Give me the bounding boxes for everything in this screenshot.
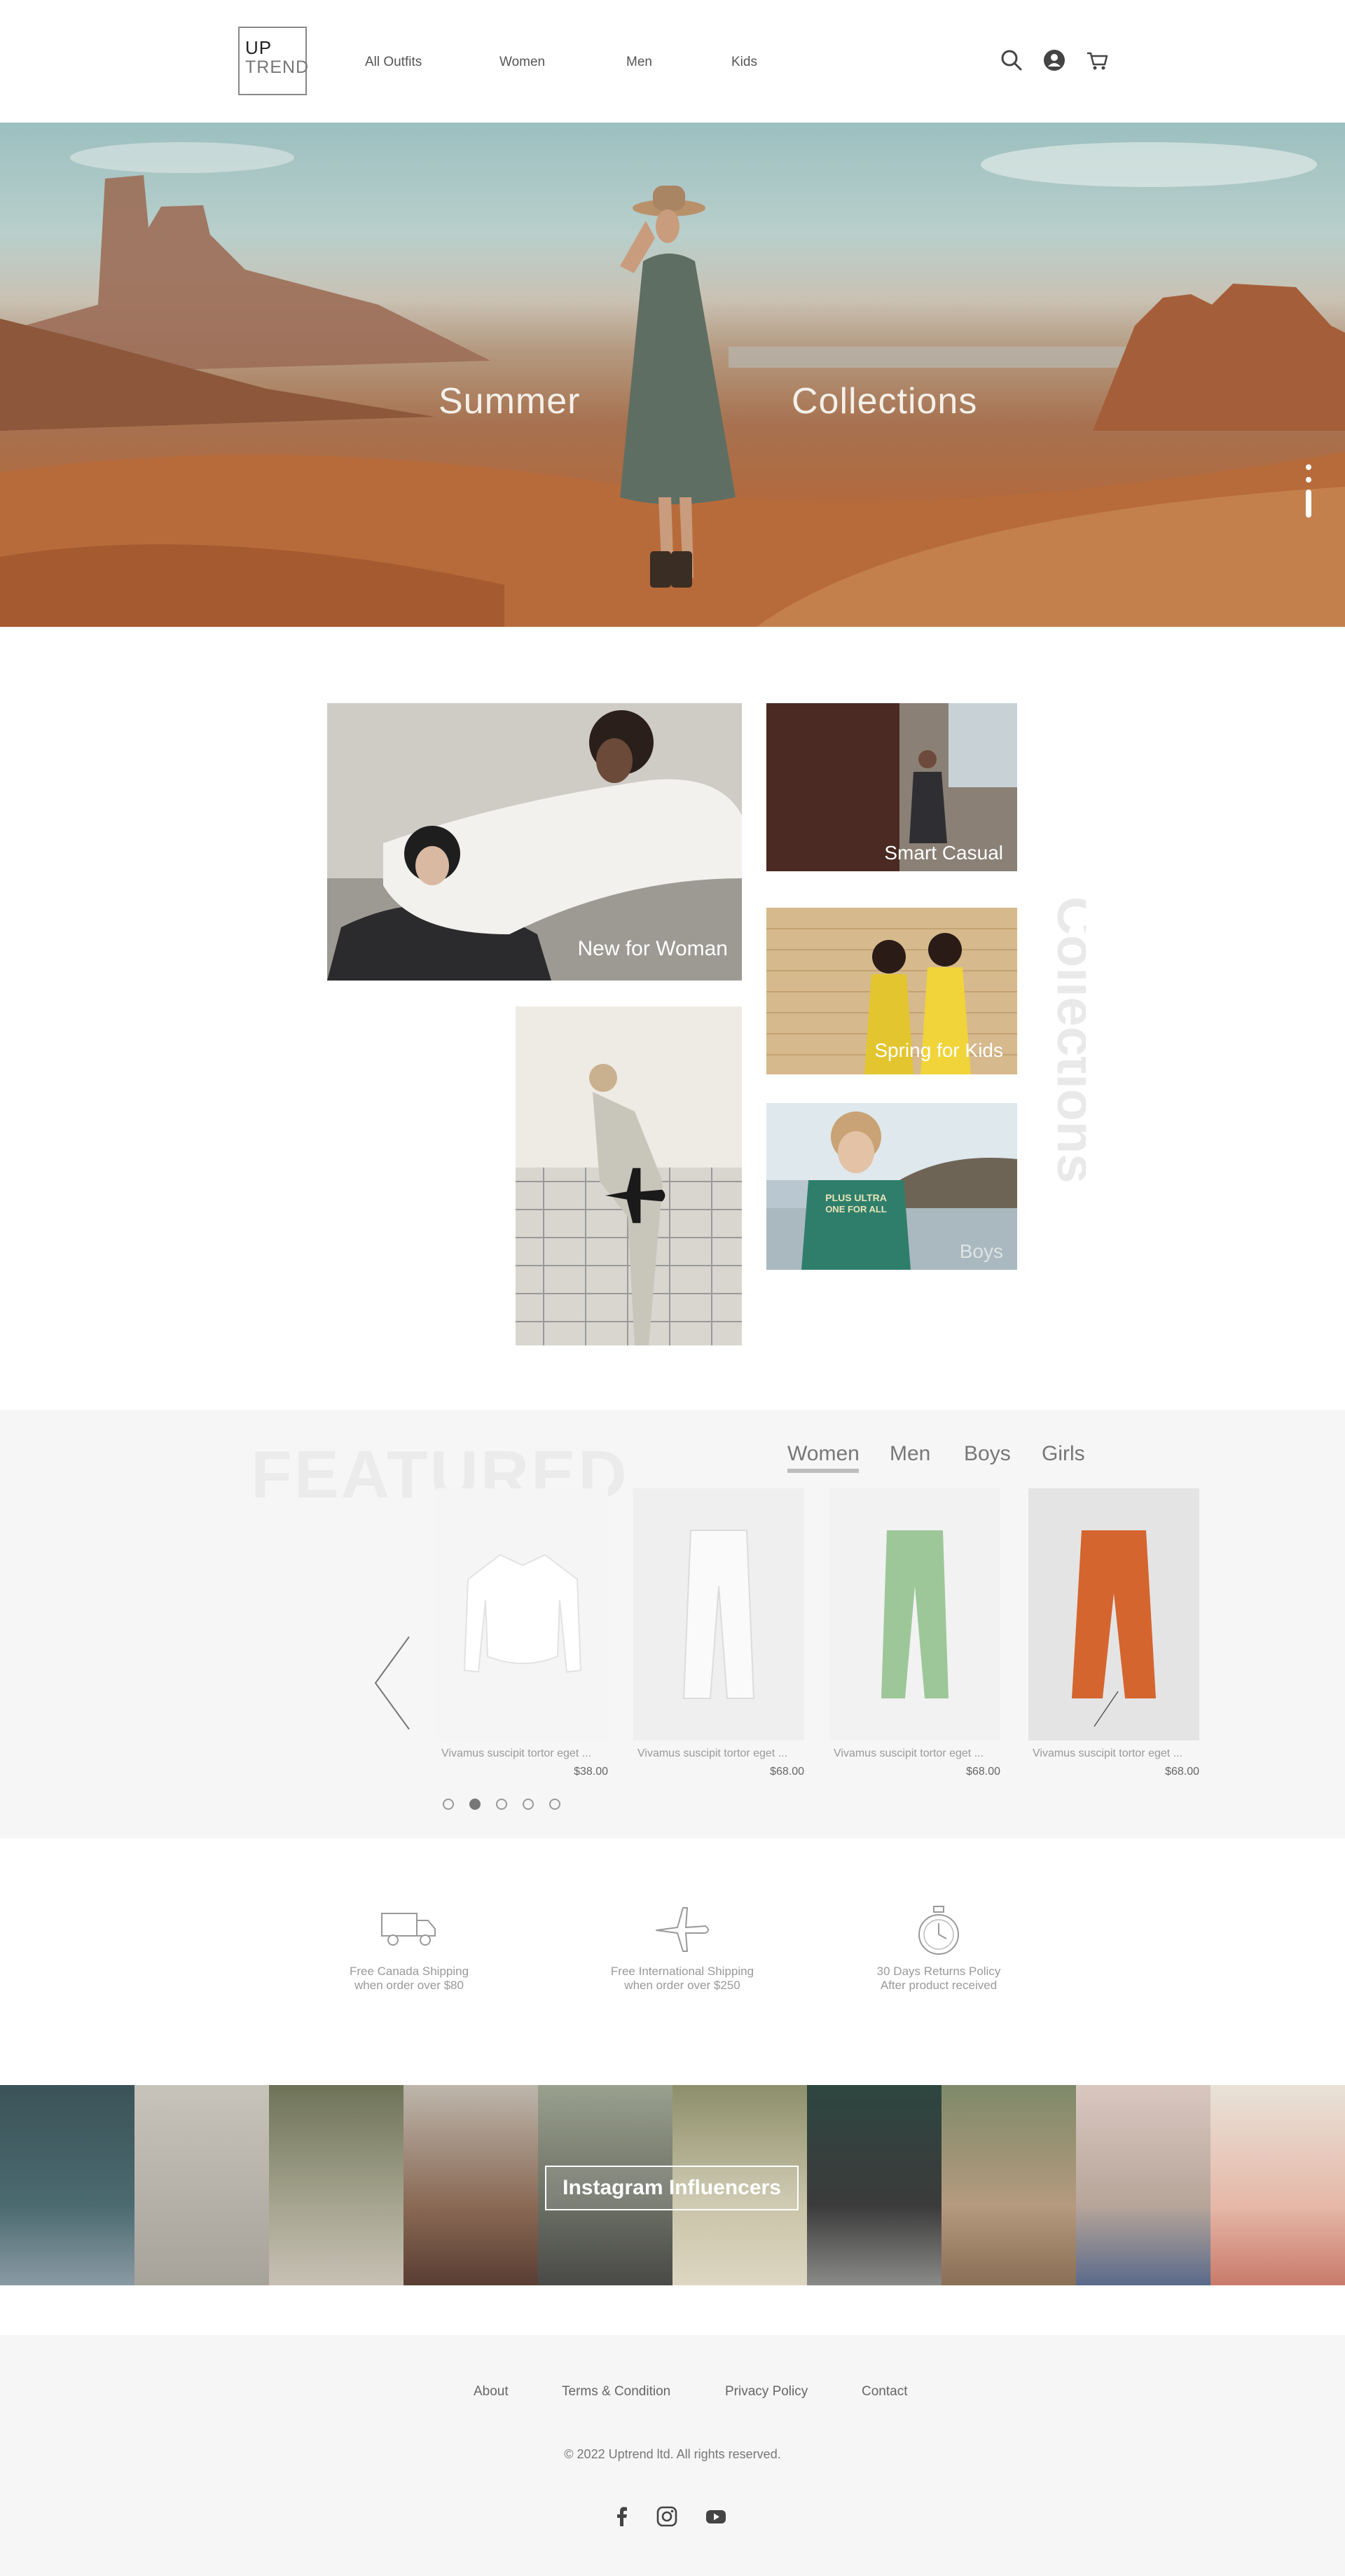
carousel-dot-3[interactable] <box>496 1799 507 1810</box>
airplane-icon <box>656 1907 709 1952</box>
search-icon[interactable] <box>999 48 1024 73</box>
footer-link-terms[interactable]: Terms & Condition <box>562 2384 670 2400</box>
stopwatch-icon <box>918 1906 959 1955</box>
benefit-international-shipping: Free International Shipping when order o… <box>577 1905 787 1993</box>
product-image[interactable] <box>437 1488 608 1740</box>
benefit-title: Free Canada Shipping <box>349 1965 469 1978</box>
instagram-photo[interactable] <box>0 2085 134 2285</box>
instagram-photo[interactable] <box>1076 2085 1210 2285</box>
footer-copyright: © 2022 Uptrend ltd. All rights reserved. <box>564 2447 781 2461</box>
product-name: Vivamus suscipit tortor eget ... <box>441 1747 592 1759</box>
carousel-prev-arrow-icon[interactable] <box>371 1634 413 1732</box>
truck-icon <box>381 1913 436 1946</box>
instagram-photo[interactable] <box>404 2085 538 2285</box>
brand-line2: TREND <box>245 57 310 77</box>
carousel-dot-5[interactable] <box>549 1799 560 1810</box>
tile-label-new-for-woman: New for Woman <box>577 937 728 960</box>
brand-logo[interactable]: UP TREND <box>238 27 310 95</box>
tile-smart-casual[interactable]: Smart Casual <box>766 703 1017 871</box>
benefit-subtitle: when order over $250 <box>624 1979 740 1992</box>
tile-label-boys: Boys <box>959 1240 1003 1262</box>
instagram-icon[interactable] <box>656 2505 678 2528</box>
carousel-dot-4[interactable] <box>523 1799 534 1810</box>
hero-background <box>0 142 1345 627</box>
product-card[interactable]: Vivamus suscipit tortor eget ... $68.00 <box>829 1488 1000 1778</box>
carousel-dot-2[interactable] <box>469 1799 481 1810</box>
product-card[interactable]: Vivamus suscipit tortor eget ... $68.00 <box>1028 1488 1199 1778</box>
footer-link-contact[interactable]: Contact <box>862 2384 907 2400</box>
benefit-returns-policy: 30 Days Returns Policy After product rec… <box>834 1905 1044 1993</box>
tile-urban-collection[interactable] <box>516 1006 742 1345</box>
instagram-photo[interactable] <box>134 2085 269 2285</box>
instagram-influencers-button[interactable]: Instagram Influencers <box>545 2166 799 2210</box>
instagram-photo[interactable] <box>807 2085 942 2285</box>
benefit-subtitle: when order over $80 <box>354 1979 464 1992</box>
product-image[interactable] <box>633 1488 804 1740</box>
svg-text:ONE FOR ALL: ONE FOR ALL <box>825 1204 887 1214</box>
hero-word-summer: Summer <box>439 381 581 422</box>
cart-icon[interactable] <box>1085 48 1110 73</box>
product-card[interactable]: Vivamus suscipit tortor eget ... $68.00 <box>633 1488 804 1778</box>
instagram-photo[interactable] <box>942 2085 1076 2285</box>
hero-slide-indicator[interactable] <box>1306 464 1311 518</box>
product-price: $68.00 <box>966 1766 1000 1778</box>
youtube-icon[interactable] <box>705 2505 727 2528</box>
product-image[interactable] <box>829 1488 1000 1740</box>
hero-word-collections: Collections <box>792 381 978 422</box>
product-name: Vivamus suscipit tortor eget ... <box>637 1747 788 1759</box>
product-photo-green-trousers <box>829 1488 1000 1740</box>
tile-new-for-woman[interactable]: New for Woman <box>327 703 742 981</box>
benefit-canada-shipping: Free Canada Shipping when order over $80 <box>304 1905 514 1993</box>
product-photo-white-shirt <box>437 1488 608 1740</box>
collections-side-heading-text: Collections <box>1046 896 1086 1184</box>
footer-link-about[interactable]: About <box>474 2384 509 2400</box>
nav-kids[interactable]: Kids <box>731 55 757 70</box>
nav-all-outfits[interactable]: All Outfits <box>365 55 422 70</box>
product-photo-orange-trousers <box>1028 1488 1199 1740</box>
featured-section: FEATURED Women Men Boys Girls Vivamus su… <box>0 1410 1345 1838</box>
product-name: Vivamus suscipit tortor eget ... <box>834 1747 984 1759</box>
instagram-photo[interactable] <box>269 2085 404 2285</box>
hero-banner: Summer Collections <box>0 123 1345 627</box>
tile-label-smart-casual: Smart Casual <box>884 842 1003 864</box>
footer-link-privacy[interactable]: Privacy Policy <box>725 2384 808 2400</box>
benefit-subtitle: After product received <box>880 1979 998 1992</box>
tab-active-underline <box>787 1469 859 1473</box>
product-card[interactable]: Vivamus suscipit tortor eget ... $38.00 <box>437 1488 608 1778</box>
tab-men[interactable]: Men <box>890 1442 930 1466</box>
tab-girls[interactable]: Girls <box>1042 1442 1085 1466</box>
product-price: $68.00 <box>770 1766 804 1778</box>
instagram-photo[interactable] <box>1210 2085 1345 2285</box>
svg-text:PLUS ULTRA: PLUS ULTRA <box>825 1192 887 1203</box>
collections-side-heading: Collections <box>1046 896 1086 1184</box>
product-photo-white-trousers <box>633 1488 804 1740</box>
nav-men[interactable]: Men <box>626 55 652 70</box>
site-header: UP TREND All Outfits Women Men Kids <box>0 0 1345 123</box>
product-price: $68.00 <box>1165 1766 1199 1778</box>
tile-photo-urban <box>516 1006 742 1345</box>
tile-label-spring-for-kids: Spring for Kids <box>874 1039 1003 1061</box>
product-image[interactable] <box>1028 1488 1199 1740</box>
tab-boys[interactable]: Boys <box>964 1442 1011 1466</box>
tab-women[interactable]: Women <box>787 1442 860 1466</box>
nav-women[interactable]: Women <box>499 55 545 70</box>
tile-spring-for-kids[interactable]: Spring for Kids <box>766 908 1017 1074</box>
benefit-title: 30 Days Returns Policy <box>876 1965 1001 1978</box>
brand-line1: UP <box>245 37 273 58</box>
product-price: $38.00 <box>574 1766 608 1778</box>
carousel-dot-1[interactable] <box>443 1799 454 1810</box>
benefit-title: Free International Shipping <box>610 1965 754 1978</box>
facebook-icon[interactable] <box>611 2505 633 2528</box>
product-name: Vivamus suscipit tortor eget ... <box>1033 1747 1183 1759</box>
account-icon[interactable] <box>1042 48 1067 73</box>
tile-boys[interactable]: PLUS ULTRA ONE FOR ALL Boys <box>766 1103 1017 1270</box>
